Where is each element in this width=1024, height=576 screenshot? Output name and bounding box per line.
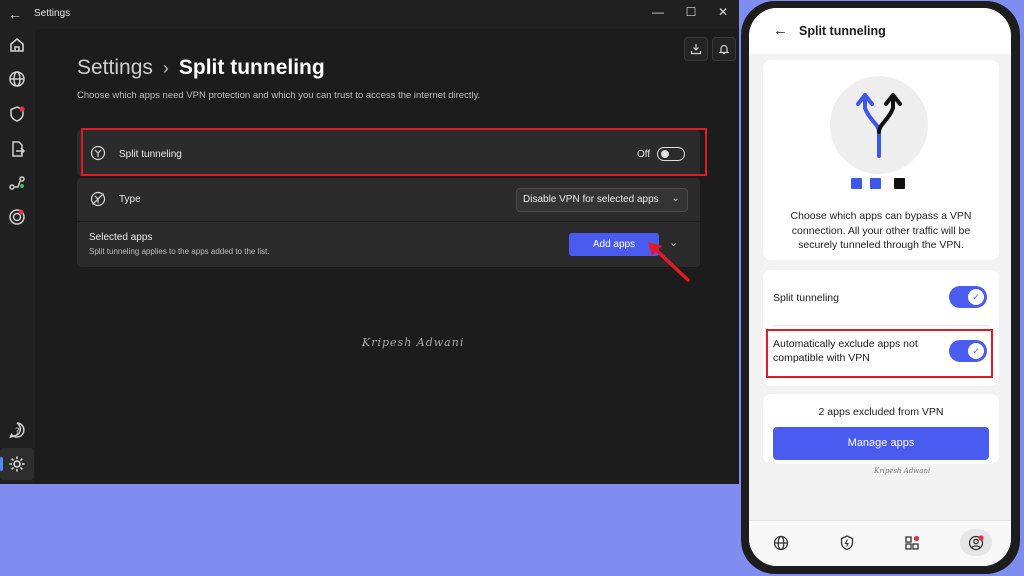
chevron-down-icon: ⌄ xyxy=(671,193,680,204)
signature-watermark: Kripesh Adwani xyxy=(874,467,931,475)
page-subtitle: Choose which apps need VPN protection an… xyxy=(77,90,481,101)
home-icon[interactable] xyxy=(7,35,27,55)
indicator-dot-black xyxy=(894,178,905,189)
highlight-box xyxy=(81,128,707,176)
target-icon[interactable] xyxy=(7,207,27,227)
breadcrumb: Settings › Split tunneling xyxy=(77,56,325,80)
back-arrow-icon[interactable]: ← xyxy=(773,22,788,39)
type-label: Type xyxy=(119,194,141,205)
gear-icon[interactable] xyxy=(7,454,27,474)
phone-frame: ← Split tunneling Choose which apps can … xyxy=(741,1,1020,574)
page-title: Split tunneling xyxy=(178,56,325,79)
excluded-apps-card: 2 apps excluded from VPN Manage apps xyxy=(763,394,999,464)
indicator-dot-blue xyxy=(851,178,862,189)
bottom-nav xyxy=(749,520,1011,566)
split-tunneling-label: Split tunneling xyxy=(773,292,839,304)
breadcrumb-chevron-icon: › xyxy=(162,58,169,78)
globe-icon[interactable] xyxy=(772,534,790,552)
bell-icon[interactable] xyxy=(712,37,736,61)
maximize-icon[interactable]: ☐ xyxy=(681,5,701,19)
apps-icon[interactable] xyxy=(903,534,921,552)
minimize-icon[interactable]: — xyxy=(648,5,668,19)
profile-icon[interactable] xyxy=(967,534,985,552)
annotation-arrow-icon xyxy=(648,242,690,282)
nav-rail: ? xyxy=(0,29,34,484)
selected-apps-title: Selected apps xyxy=(89,232,153,243)
title-bar: ← Settings — ☐ ✕ xyxy=(0,0,739,29)
help-icon[interactable]: ? xyxy=(7,420,27,440)
signature-watermark: Kripesh Adwani xyxy=(362,336,465,349)
divider xyxy=(773,325,989,326)
window-title: Settings xyxy=(34,8,71,19)
type-icon xyxy=(90,191,106,207)
shield-bolt-icon[interactable] xyxy=(838,534,856,552)
phone-header: ← Split tunneling xyxy=(749,8,1011,54)
excluded-apps-count: 2 apps excluded from VPN xyxy=(818,406,944,418)
split-tunnel-info-card: Choose which apps can bypass a VPN conne… xyxy=(763,60,999,260)
rail-active-indicator xyxy=(0,457,3,471)
indicator-dot-blue xyxy=(870,178,881,189)
checkmark-icon: ✓ xyxy=(968,289,984,305)
phone-screen: ← Split tunneling Choose which apps can … xyxy=(749,8,1011,566)
close-icon[interactable]: ✕ xyxy=(713,5,733,19)
back-arrow-icon[interactable]: ← xyxy=(8,6,22,22)
settings-content: Settings › Split tunneling Choose which ap… xyxy=(35,29,739,484)
type-dropdown-value: Disable VPN for selected apps xyxy=(523,194,659,205)
route-icon[interactable] xyxy=(7,173,27,193)
manage-apps-button[interactable]: Manage apps xyxy=(773,427,989,460)
type-row: Type Disable VPN for selected apps ⌄ xyxy=(77,178,700,221)
breadcrumb-parent[interactable]: Settings xyxy=(77,56,153,79)
selected-apps-description: Split tunneling applies to the apps adde… xyxy=(89,247,270,256)
split-arrows-illustration xyxy=(830,76,928,174)
selected-apps-row: Selected apps Split tunneling applies to… xyxy=(77,222,700,267)
split-tunnel-description: Choose which apps can bypass a VPN conne… xyxy=(790,210,972,251)
globe-icon[interactable] xyxy=(7,69,27,89)
export-icon[interactable] xyxy=(7,139,27,159)
shield-icon[interactable] xyxy=(7,104,27,124)
split-tunneling-toggle[interactable]: ✓ xyxy=(949,286,987,308)
phone-page-title: Split tunneling xyxy=(799,24,886,38)
settings-window: ← Settings — ☐ ✕ ? Settings › Split tunn… xyxy=(0,0,739,484)
highlight-box xyxy=(766,329,993,378)
svg-text:?: ? xyxy=(15,427,20,437)
download-icon[interactable] xyxy=(684,37,708,61)
type-dropdown[interactable]: Disable VPN for selected apps ⌄ xyxy=(516,188,688,212)
